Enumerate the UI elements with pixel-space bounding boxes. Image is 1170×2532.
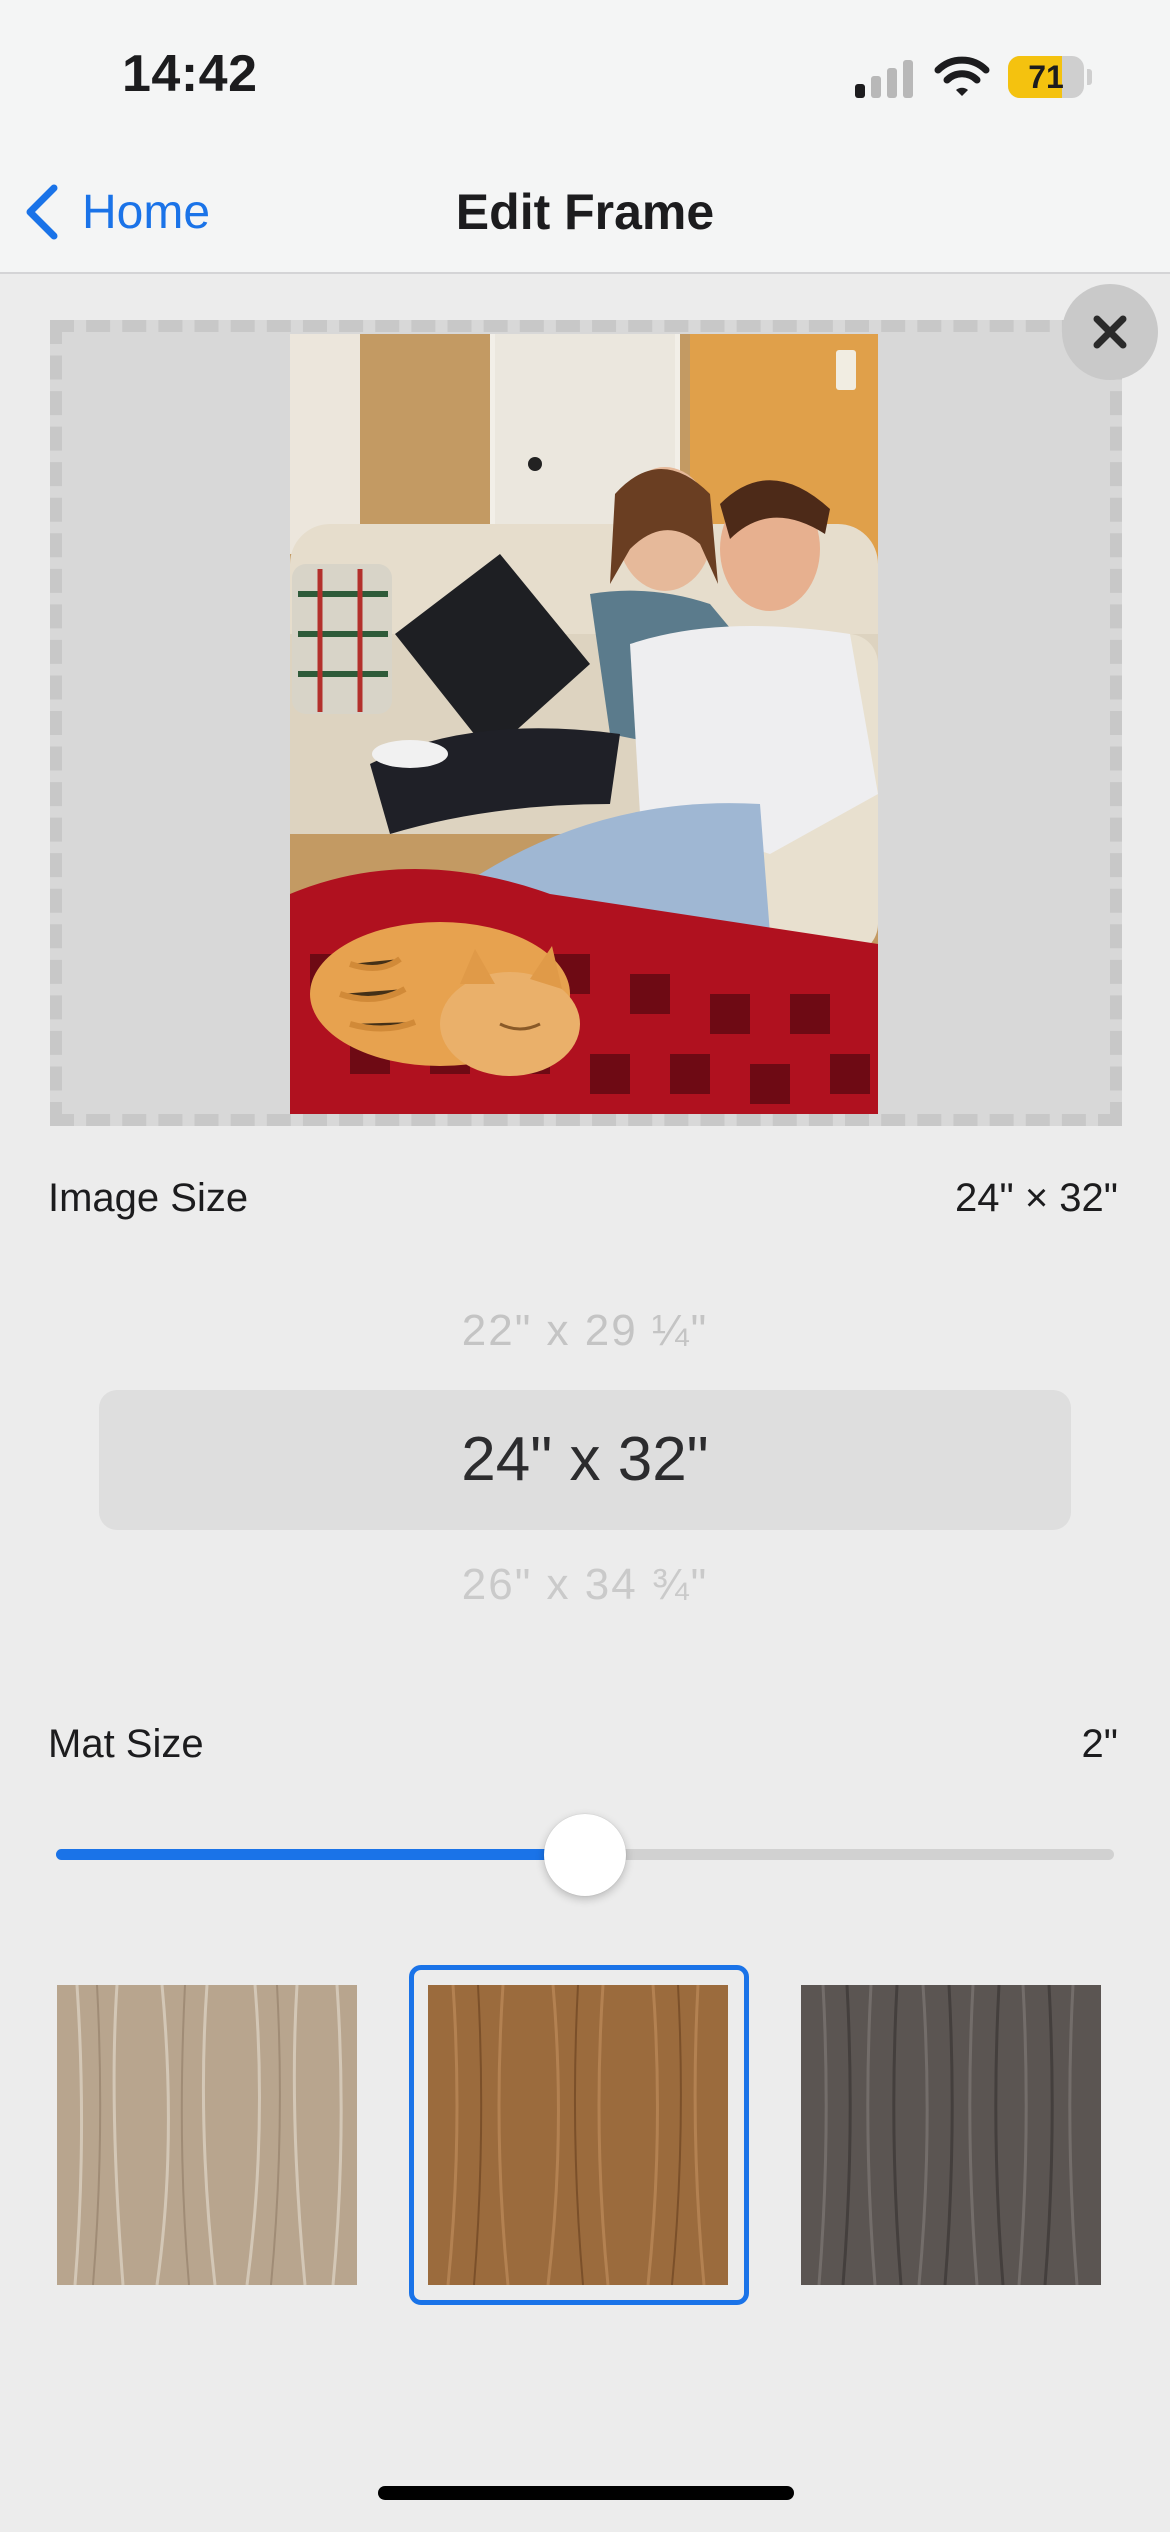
battery-icon: 71: [1008, 56, 1092, 98]
wifi-icon: [934, 54, 990, 98]
cellular-signal-icon: [855, 58, 915, 98]
frame-swatch-light-wood[interactable]: [57, 1985, 357, 2285]
chevron-left-icon: [26, 184, 58, 240]
slider-thumb[interactable]: [544, 1814, 626, 1896]
size-picker-option-next[interactable]: 26" x 34 ¾": [0, 1560, 1170, 1610]
frame-swatch-dark-wood[interactable]: [801, 1985, 1101, 2285]
back-button-label: Home: [82, 185, 211, 239]
size-picker-option-previous[interactable]: 22" x 29 ¼": [0, 1306, 1170, 1356]
mat-size-label: Mat Size: [48, 1722, 204, 1766]
status-time: 14:42: [122, 45, 258, 103]
slider-fill: [56, 1849, 585, 1860]
remove-photo-button[interactable]: [1062, 284, 1158, 380]
mat-size-slider[interactable]: [56, 1812, 1114, 1898]
frame-swatch-medium-wood[interactable]: [428, 1985, 728, 2285]
size-picker-option-selected[interactable]: 24" x 32": [99, 1390, 1071, 1530]
battery-percent: 71: [1028, 59, 1064, 95]
photo-preview[interactable]: [290, 334, 878, 1114]
back-button[interactable]: Home: [24, 172, 210, 252]
image-size-label: Image Size: [48, 1176, 249, 1220]
mat-size-value: 2": [1081, 1722, 1118, 1766]
home-indicator[interactable]: [378, 2486, 794, 2500]
navigation-bar: Edit Frame Home: [0, 150, 1170, 274]
close-icon: [1093, 315, 1127, 349]
image-size-value: 24" × 32": [955, 1176, 1118, 1220]
